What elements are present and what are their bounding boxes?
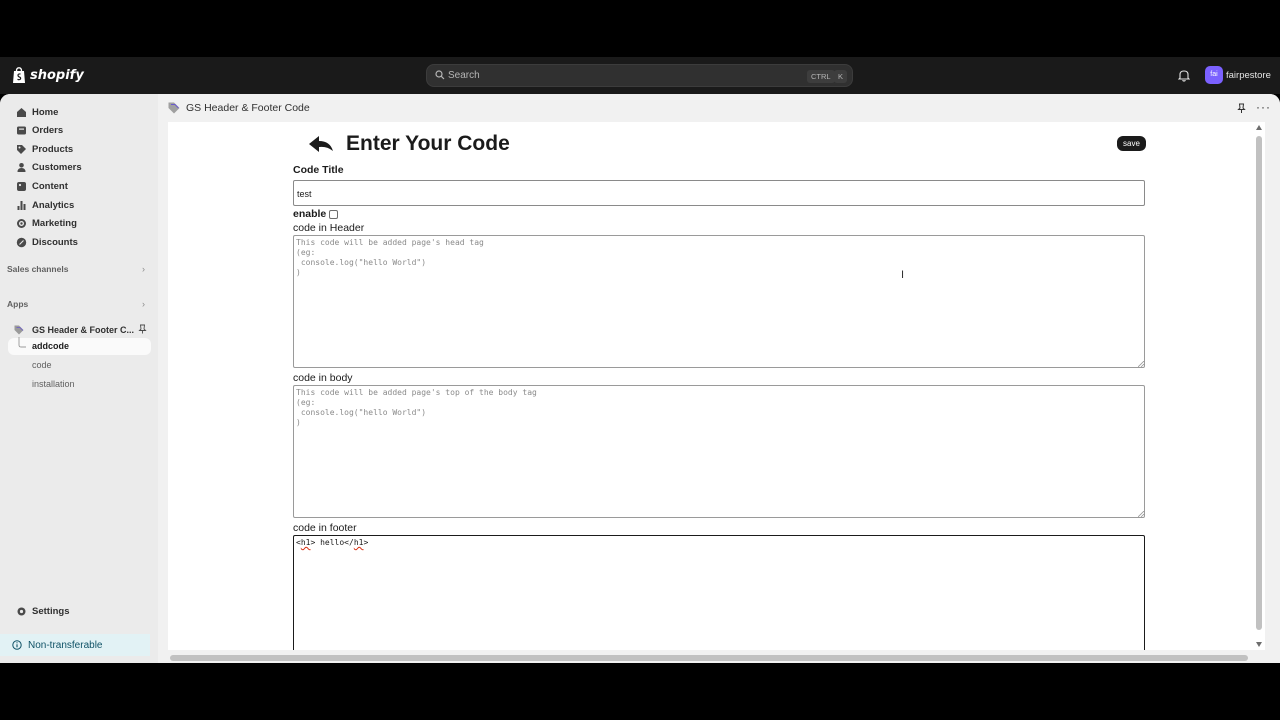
sidebar-item-home[interactable]: Home: [8, 103, 151, 121]
code-title-input[interactable]: test: [293, 180, 1145, 206]
app-tag-icon: [14, 325, 24, 335]
text-cursor-icon: I: [901, 269, 905, 281]
sidebar-item-marketing[interactable]: Marketing: [8, 214, 151, 232]
target-icon: [15, 217, 27, 229]
footer-code-textarea[interactable]: <h1> hello</h1>: [293, 535, 1145, 650]
gear-icon: [15, 605, 27, 617]
scrollbar-thumb[interactable]: [1256, 136, 1262, 630]
footer-code-label: code in footer: [293, 522, 357, 534]
enable-row: enable: [293, 208, 339, 220]
scroll-down-icon[interactable]: [1256, 642, 1262, 647]
top-bar: shopify Search CTRL K fai fairpestore: [0, 57, 1280, 94]
save-button[interactable]: save: [1117, 136, 1146, 151]
tag-icon: [15, 143, 27, 155]
page-title: Enter Your Code: [346, 132, 510, 155]
sidebar-item-label: Analytics: [32, 199, 75, 211]
sidebar-item-label: Orders: [32, 124, 64, 136]
horizontal-scrollbar[interactable]: [158, 652, 1280, 663]
footer-code-text: <h1> hello</h1>: [296, 538, 369, 547]
sidebar-item-label: Marketing: [32, 217, 77, 229]
shortcut-ctrl-key: CTRL: [807, 70, 835, 83]
home-icon: [15, 106, 27, 118]
sidebar: Home Orders Products Customers Content A…: [0, 94, 158, 663]
resize-handle-icon[interactable]: [1138, 361, 1144, 367]
pin-icon[interactable]: [1237, 103, 1246, 114]
shopify-logo[interactable]: shopify: [12, 67, 84, 84]
screen: shopify Search CTRL K fai fairpestore Ho…: [0, 0, 1280, 720]
scroll-up-icon[interactable]: [1256, 125, 1262, 130]
sidebar-subitem-addcode[interactable]: addcode: [32, 341, 69, 351]
shortcut-k-key: K: [834, 70, 848, 83]
sidebar-subitem-code[interactable]: code: [32, 360, 52, 370]
header-code-label: code in Header: [293, 222, 365, 234]
sidebar-item-label: Products: [32, 143, 74, 155]
search-placeholder: Search: [448, 70, 480, 81]
info-icon: [12, 640, 22, 650]
body-code-label: code in body: [293, 372, 353, 384]
scrollbar-thumb[interactable]: [170, 655, 1248, 661]
body-code-textarea[interactable]: This code will be added page's top of th…: [293, 385, 1145, 518]
sidebar-item-label: Home: [32, 106, 59, 118]
more-actions-icon[interactable]: ···: [1256, 100, 1271, 114]
sidebar-subitem-active-bg: [8, 338, 151, 355]
sidebar-item-settings[interactable]: Settings: [8, 602, 151, 620]
app-tag-icon: [168, 102, 180, 114]
sidebar-item-label: Settings: [32, 605, 70, 617]
content-icon: [15, 180, 27, 192]
search-icon: [435, 70, 445, 80]
search-bar[interactable]: Search CTRL K: [426, 64, 853, 87]
sidebar-item-analytics[interactable]: Analytics: [8, 196, 151, 214]
logo-text: shopify: [30, 68, 84, 83]
header-code-textarea[interactable]: This code will be added page's head tag …: [293, 235, 1145, 368]
admin-app: Home Orders Products Customers Content A…: [0, 94, 1280, 663]
enable-checkbox[interactable]: [329, 209, 339, 219]
sidebar-item-gs-app[interactable]: GS Header & Footer C...: [8, 321, 151, 338]
app-iframe: Enter Your Code save Code Title test ena…: [168, 122, 1265, 650]
non-transferable-label: Non-transferable: [28, 639, 103, 651]
bar-chart-icon: [15, 199, 27, 211]
shopify-bag-icon: [13, 67, 25, 83]
vertical-scrollbar[interactable]: [1253, 122, 1265, 650]
sidebar-item-discounts[interactable]: Discounts: [8, 233, 151, 251]
discount-icon: [15, 236, 27, 248]
resize-handle-icon[interactable]: [1138, 511, 1144, 517]
sidebar-item-label: Customers: [32, 161, 82, 173]
sidebar-item-content[interactable]: Content: [8, 177, 151, 195]
app-name: GS Header & Footer C...: [32, 324, 135, 335]
chevron-right-icon[interactable]: ›: [142, 264, 145, 274]
apps-heading[interactable]: Apps: [7, 299, 28, 309]
enable-label: enable: [293, 208, 327, 220]
non-transferable-banner[interactable]: Non-transferable: [0, 634, 150, 656]
avatar[interactable]: fai: [1205, 66, 1223, 84]
sidebar-item-products[interactable]: Products: [8, 140, 151, 158]
app-title: GS Header & Footer Code: [186, 102, 310, 114]
pin-icon[interactable]: [138, 324, 147, 334]
sidebar-item-label: Content: [32, 180, 68, 192]
orders-icon: [15, 124, 27, 136]
app-title-bar: GS Header & Footer Code: [168, 102, 310, 114]
main-content: GS Header & Footer Code ··· Enter Your C…: [158, 94, 1280, 663]
code-title-label: Code Title: [293, 164, 344, 176]
chevron-right-icon[interactable]: ›: [142, 299, 145, 309]
person-icon: [15, 161, 27, 173]
sales-channels-heading[interactable]: Sales channels: [7, 264, 68, 274]
back-arrow-icon[interactable]: [308, 134, 334, 154]
sidebar-item-orders[interactable]: Orders: [8, 121, 151, 139]
sidebar-item-customers[interactable]: Customers: [8, 158, 151, 176]
bell-icon[interactable]: [1178, 69, 1190, 82]
sidebar-item-label: Discounts: [32, 236, 78, 248]
tree-connector-icon: [18, 337, 26, 348]
sidebar-subitem-installation[interactable]: installation: [32, 379, 75, 389]
store-name[interactable]: fairpestore: [1226, 70, 1271, 81]
